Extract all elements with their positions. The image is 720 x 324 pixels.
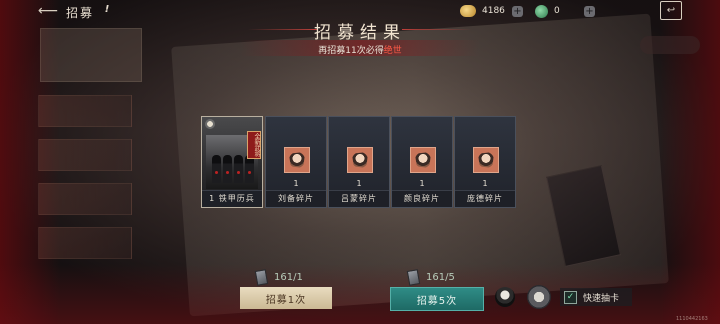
fragment-count: 1 xyxy=(482,179,488,188)
faded-sidebar-item xyxy=(38,139,132,171)
faded-sidebar xyxy=(38,95,134,271)
new-hero-badge: 全新武将 xyxy=(247,131,261,159)
faded-sidebar-item xyxy=(38,183,132,215)
quick-draw-checkbox[interactable]: ✓ xyxy=(564,290,577,304)
cost-five: 161/5 xyxy=(406,269,455,286)
gold-currency: 4186 + xyxy=(460,4,523,18)
card-label: 1 铁甲历兵 xyxy=(202,190,262,207)
fragment-card[interactable]: 1 吕蒙碎片 xyxy=(328,116,390,208)
recruit-result-screen: ⟵ 招募 ! 4186 + 0 + ↩ 招募结果 再招募11次必得绝世 全新武将… xyxy=(0,0,720,324)
fragment-count: 1 xyxy=(356,179,362,188)
back-arrow-icon[interactable]: ⟵ xyxy=(38,4,58,18)
card-label: 庞德碎片 xyxy=(455,190,515,207)
fragment-portrait-icon xyxy=(284,147,310,173)
rank-icon xyxy=(205,119,215,129)
jade-amount: 0 xyxy=(554,6,560,16)
fragment-portrait-icon xyxy=(410,147,436,173)
page-title: 招募 xyxy=(66,6,95,20)
faded-sidebar-item xyxy=(38,95,132,127)
soldier-figure xyxy=(234,155,243,183)
gold-ingot-icon xyxy=(460,5,476,17)
faded-sidebar-item xyxy=(38,227,132,259)
avatar-icon[interactable] xyxy=(495,287,515,307)
card-label: 吕蒙碎片 xyxy=(329,190,389,207)
info-icon[interactable]: ! xyxy=(101,4,113,16)
subtitle-text: 再招募11次必得 xyxy=(318,46,384,56)
cost-once: 161/1 xyxy=(254,269,303,286)
recruit-five-button[interactable]: 招募5次 xyxy=(390,287,484,311)
fragment-card[interactable]: 1 庞德碎片 xyxy=(454,116,516,208)
jade-coin-icon xyxy=(535,4,548,18)
fragment-portrait-icon xyxy=(347,147,373,173)
fragment-card[interactable]: 1 颜良碎片 xyxy=(391,116,453,208)
faded-background-panel xyxy=(40,28,142,82)
add-jade-button[interactable]: + xyxy=(584,5,595,17)
soldier-figure xyxy=(223,155,232,183)
recruit-token-icon xyxy=(254,269,269,286)
exit-icon[interactable]: ↩ xyxy=(660,1,682,20)
gear-badge-icon[interactable] xyxy=(527,285,551,309)
soldier-figure xyxy=(245,155,254,183)
soldier-figure xyxy=(212,155,221,183)
fragment-portrait-icon xyxy=(473,147,499,173)
build-id: 1110442163 xyxy=(676,316,708,322)
faded-background-chip xyxy=(640,36,700,54)
recruit-once-button[interactable]: 招募1次 xyxy=(240,287,332,309)
subtitle-highlight: 绝世 xyxy=(383,46,402,56)
card-label: 刘备碎片 xyxy=(266,190,326,207)
fragment-count: 1 xyxy=(293,179,299,188)
fragment-count: 1 xyxy=(419,179,425,188)
recruit-token-icon xyxy=(406,269,421,286)
cost-five-value: 161/5 xyxy=(426,272,455,283)
quick-draw-toggle[interactable]: ✓ 快速抽卡 xyxy=(560,288,632,306)
quick-draw-label: 快速抽卡 xyxy=(583,293,620,304)
jade-currency: 0 + xyxy=(535,4,595,18)
cost-once-value: 161/1 xyxy=(274,272,303,283)
card-label: 颜良碎片 xyxy=(392,190,452,207)
gold-amount: 4186 xyxy=(482,6,505,16)
add-gold-button[interactable]: + xyxy=(512,5,523,17)
pity-subtitle: 再招募11次必得绝世 xyxy=(250,43,470,56)
fragment-card[interactable]: 1 刘备碎片 xyxy=(265,116,327,208)
hero-card[interactable]: 全新武将 1 铁甲历兵 xyxy=(201,116,263,208)
